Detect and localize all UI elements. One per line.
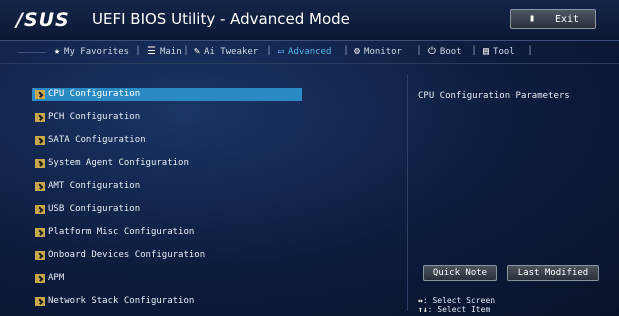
tab-label: Boot (439, 47, 462, 57)
tab-separator: | (266, 45, 273, 56)
hint-text: : Select Item (427, 305, 491, 314)
menu-item-cpu-configuration[interactable]: CPU Configuration (32, 88, 302, 101)
menu-item-label: Network Stack Configuration (48, 296, 195, 306)
submenu-arrow-icon (35, 297, 45, 306)
tweak-icon: ✎ (194, 46, 201, 57)
exit-icon: ▮ (529, 13, 536, 24)
tab-separator: | (527, 45, 534, 56)
quick-note-button[interactable]: Quick Note (423, 265, 497, 281)
submenu-arrow-icon (35, 228, 45, 237)
tab-tool[interactable]: ▤ Tool (483, 46, 515, 57)
window-title: UEFI BIOS Utility - Advanced Mode (92, 10, 350, 28)
hint-select-screen: ↔: Select Screen (418, 296, 495, 305)
tab-advanced[interactable]: ▭ Advanced (278, 46, 331, 57)
help-text: CPU Configuration Parameters (418, 91, 570, 101)
tab-separator: | (183, 45, 190, 56)
list-icon: ☰ (147, 46, 156, 57)
tab-label: Ai Tweaker (204, 47, 259, 57)
tab-separator: | (471, 45, 478, 56)
menu-item-label: PCH Configuration (48, 112, 141, 122)
tab-monitor[interactable]: ⚙ Monitor (354, 46, 402, 57)
exit-button[interactable]: ▮ Exit (510, 9, 596, 29)
submenu-arrow-icon (35, 113, 45, 122)
menu-item-label: Onboard Devices Configuration (48, 250, 206, 260)
submenu-arrow-icon (35, 182, 45, 191)
menu-item-amt-configuration[interactable]: AMT Configuration (32, 180, 302, 193)
tab-label: My Favorites (64, 47, 130, 57)
hint-text: : Select Screen (422, 296, 496, 305)
submenu-arrow-icon (35, 90, 45, 99)
nav-left-line (18, 52, 46, 53)
exit-label: Exit (555, 14, 580, 25)
tab-separator: | (416, 45, 423, 56)
tab-label: Main (159, 47, 182, 57)
tab-label: Tool (493, 47, 515, 57)
tab-label: Monitor (364, 47, 402, 57)
main-tab-bar: ★ My Favorites | ☰ Main | ✎ Ai Tweaker | ▭ A… (0, 40, 619, 64)
submenu-arrow-icon (35, 274, 45, 283)
submenu-arrow-icon (35, 159, 45, 168)
submenu-arrow-icon (35, 251, 45, 260)
menu-item-onboard-devices-configuration[interactable]: Onboard Devices Configuration (32, 249, 302, 262)
tab-ai-tweaker[interactable]: ✎ Ai Tweaker (194, 46, 258, 57)
tab-separator: | (135, 45, 142, 56)
last-modified-button[interactable]: Last Modified (507, 265, 599, 281)
advanced-icon: ▭ (278, 46, 285, 57)
power-icon: ⏻ (428, 46, 436, 57)
hint-key: ↑↓ (418, 305, 428, 314)
submenu-arrow-icon (35, 136, 45, 145)
menu-item-label: APM (48, 273, 65, 283)
hint-select-item: ↑↓: Select Item (418, 305, 490, 314)
tab-my-favorites[interactable]: ★ My Favorites (54, 46, 129, 57)
monitor-icon: ⚙ (354, 46, 361, 57)
menu-item-label: AMT Configuration (48, 181, 141, 191)
tab-label: Advanced (288, 47, 332, 57)
panel-divider (407, 75, 408, 311)
menu-item-platform-misc-configuration[interactable]: Platform Misc Configuration (32, 226, 302, 239)
title-bar: /SUS UEFI BIOS Utility - Advanced Mode ▮… (0, 0, 619, 40)
menu-item-apm[interactable]: APM (32, 272, 302, 285)
star-icon: ★ (54, 46, 61, 57)
menu-item-label: SATA Configuration (48, 135, 146, 145)
menu-item-usb-configuration[interactable]: USB Configuration (32, 203, 302, 216)
submenu-arrow-icon (35, 205, 45, 214)
tab-separator: | (343, 45, 350, 56)
tab-main[interactable]: ☰ Main (147, 46, 182, 57)
menu-item-label: USB Configuration (48, 204, 141, 214)
menu-item-sata-configuration[interactable]: SATA Configuration (32, 134, 302, 147)
menu-item-label: System Agent Configuration (48, 158, 189, 168)
menu-item-pch-configuration[interactable]: PCH Configuration (32, 111, 302, 124)
menu-item-label: Platform Misc Configuration (48, 227, 195, 237)
menu-item-label: CPU Configuration (48, 89, 141, 99)
menu-item-system-agent-configuration[interactable]: System Agent Configuration (32, 157, 302, 170)
tool-icon: ▤ (483, 46, 490, 57)
menu-item-network-stack-configuration[interactable]: Network Stack Configuration (32, 295, 302, 308)
tab-boot[interactable]: ⏻ Boot (428, 46, 462, 57)
asus-logo: /SUS (16, 9, 70, 31)
